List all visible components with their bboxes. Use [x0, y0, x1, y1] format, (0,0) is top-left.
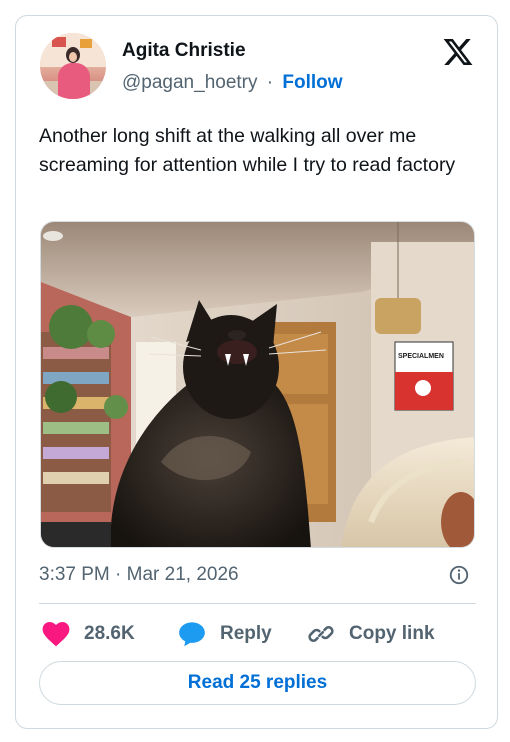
tweet-timestamp[interactable]: 3:37 PM · Mar 21, 2026 — [39, 564, 239, 586]
divider — [39, 603, 476, 604]
reply-button[interactable]: Reply — [178, 619, 272, 649]
info-icon[interactable] — [448, 564, 470, 586]
follow-link[interactable]: Follow — [282, 72, 342, 93]
like-button[interactable]: 28.6K — [42, 619, 135, 649]
x-logo-icon[interactable] — [442, 36, 474, 68]
author-handle[interactable]: @pagan_hoetry — [122, 72, 258, 93]
reply-bubble-icon — [179, 622, 205, 647]
avatar-poster-2 — [80, 39, 92, 48]
copy-link-button[interactable]: Copy link — [307, 619, 435, 649]
avatar-face — [69, 52, 77, 62]
avatar[interactable] — [40, 33, 106, 99]
author-name[interactable]: Agita Christie — [122, 40, 246, 62]
tweet-text: Another long shift at the walking all ov… — [39, 125, 456, 176]
tweet-photo[interactable]: SPECIALMEN — [40, 221, 475, 548]
poster-text: SPECIALMEN — [398, 353, 444, 360]
separator-dot: · — [266, 72, 274, 93]
reply-label: Reply — [220, 623, 272, 644]
link-icon — [308, 626, 334, 642]
avatar-poster — [52, 37, 66, 47]
like-count: 28.6K — [84, 623, 135, 644]
tweet-card: Agita Christie @pagan_hoetry · Follow An… — [15, 15, 498, 729]
heart-icon — [42, 621, 70, 647]
action-bar: 28.6K Reply Copy link — [39, 619, 479, 649]
read-replies-button[interactable]: Read 25 replies — [39, 661, 476, 705]
handle-row: @pagan_hoetry · Follow — [122, 72, 343, 94]
cat-photo-illustration: SPECIALMEN — [41, 222, 474, 547]
avatar-body — [58, 63, 90, 99]
copy-link-label: Copy link — [349, 623, 435, 644]
